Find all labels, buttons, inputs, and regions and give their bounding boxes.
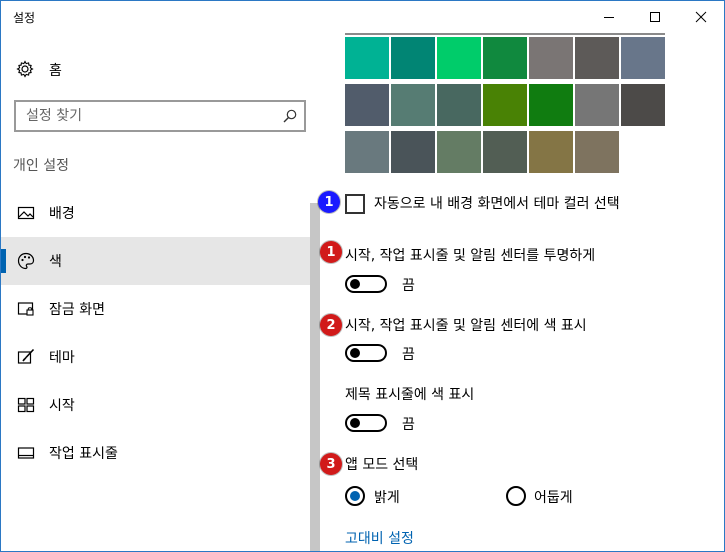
close-button[interactable] bbox=[678, 1, 724, 33]
color-swatch[interactable] bbox=[437, 37, 481, 79]
sidebar-item-label: 테마 bbox=[49, 350, 75, 366]
toggle-knob bbox=[350, 279, 360, 289]
search-icon[interactable] bbox=[282, 108, 298, 128]
color-swatch[interactable] bbox=[391, 84, 435, 126]
radio-dot bbox=[350, 491, 360, 501]
show-color-title-toggle[interactable] bbox=[345, 414, 387, 432]
color-swatch[interactable] bbox=[575, 37, 619, 79]
sidebar-item-label: 작업 표시줄 bbox=[49, 446, 118, 462]
minimize-icon bbox=[604, 17, 614, 18]
app-mode-dark-label: 어둡게 bbox=[534, 490, 573, 506]
color-swatch[interactable] bbox=[391, 37, 435, 79]
gear-icon bbox=[15, 59, 35, 79]
scrollbar[interactable] bbox=[310, 33, 322, 551]
palette-icon bbox=[17, 252, 35, 270]
sidebar: 홈 개인 설정 배경 색 잠금 화면 bbox=[1, 33, 310, 551]
color-swatch[interactable] bbox=[483, 37, 527, 79]
color-swatch[interactable] bbox=[575, 84, 619, 126]
color-swatch[interactable] bbox=[529, 131, 573, 173]
color-swatch[interactable] bbox=[575, 131, 619, 173]
home-nav-item[interactable]: 홈 bbox=[1, 53, 310, 85]
toggle-state-label: 끔 bbox=[402, 347, 415, 363]
color-swatch[interactable] bbox=[529, 84, 573, 126]
color-swatch[interactable] bbox=[483, 84, 527, 126]
color-swatch[interactable] bbox=[437, 84, 481, 126]
annotation-marker: 1 bbox=[320, 241, 342, 263]
sidebar-item-start[interactable]: 시작 bbox=[1, 381, 310, 429]
title-bar: 설정 bbox=[1, 1, 724, 33]
color-swatch[interactable] bbox=[345, 131, 389, 173]
color-swatch[interactable] bbox=[345, 37, 389, 79]
sidebar-item-background[interactable]: 배경 bbox=[1, 189, 310, 237]
sidebar-item-taskbar[interactable]: 작업 표시줄 bbox=[1, 429, 310, 477]
start-grid-icon bbox=[17, 396, 35, 414]
annotation-marker: 3 bbox=[320, 453, 342, 475]
annotation-marker: 1 bbox=[318, 191, 340, 213]
toggle-knob bbox=[350, 348, 360, 358]
color-swatch[interactable] bbox=[437, 131, 481, 173]
show-color-start-toggle[interactable] bbox=[345, 344, 387, 362]
sidebar-item-lock-screen[interactable]: 잠금 화면 bbox=[1, 285, 310, 333]
sidebar-item-label: 색 bbox=[49, 254, 62, 270]
transparency-toggle[interactable] bbox=[345, 275, 387, 293]
annotation-marker: 2 bbox=[320, 314, 342, 336]
close-icon bbox=[695, 11, 707, 23]
show-color-title-label: 제목 표시줄에 색 표시 bbox=[345, 387, 475, 403]
auto-color-checkbox[interactable] bbox=[345, 194, 365, 214]
maximize-button[interactable] bbox=[632, 1, 678, 33]
search-input[interactable] bbox=[16, 102, 276, 130]
app-mode-light-label: 밝게 bbox=[374, 490, 400, 506]
sidebar-item-label: 시작 bbox=[49, 398, 75, 414]
sidebar-item-label: 배경 bbox=[49, 206, 75, 222]
section-title: 개인 설정 bbox=[13, 158, 69, 174]
theme-brush-icon bbox=[17, 348, 35, 366]
sidebar-item-color[interactable]: 색 bbox=[1, 237, 310, 285]
search-box[interactable] bbox=[14, 100, 306, 132]
color-swatch[interactable] bbox=[483, 131, 527, 173]
toggle-knob bbox=[350, 418, 360, 428]
content-pane: 1 자동으로 내 배경 화면에서 테마 컬러 선택 1 시작, 작업 표시줄 및… bbox=[318, 33, 724, 551]
picture-icon bbox=[17, 204, 35, 222]
toggle-state-label: 끔 bbox=[402, 278, 415, 294]
app-mode-dark-radio[interactable] bbox=[506, 486, 526, 506]
app-mode-label: 앱 모드 선택 bbox=[345, 457, 419, 473]
home-label: 홈 bbox=[49, 63, 62, 79]
toggle-state-label: 끔 bbox=[402, 417, 415, 433]
show-color-start-label: 시작, 작업 표시줄 및 알림 센터에 색 표시 bbox=[345, 318, 587, 334]
sidebar-item-theme[interactable]: 테마 bbox=[1, 333, 310, 381]
maximize-icon bbox=[650, 12, 660, 22]
high-contrast-link[interactable]: 고대비 설정 bbox=[345, 528, 414, 548]
window-title: 설정 bbox=[13, 11, 36, 25]
color-swatch[interactable] bbox=[345, 84, 389, 126]
color-swatch[interactable] bbox=[621, 84, 665, 126]
swatch-top-border bbox=[345, 33, 665, 35]
auto-color-label: 자동으로 내 배경 화면에서 테마 컬러 선택 bbox=[374, 196, 620, 212]
scrollbar-thumb[interactable] bbox=[310, 203, 320, 551]
minimize-button[interactable] bbox=[586, 1, 632, 33]
settings-window: 설정 홈 개인 설정 bbox=[0, 0, 725, 552]
transparency-label: 시작, 작업 표시줄 및 알림 센터를 투명하게 bbox=[345, 248, 596, 264]
active-indicator bbox=[1, 249, 6, 273]
app-mode-light-radio[interactable] bbox=[345, 486, 365, 506]
taskbar-icon bbox=[17, 444, 35, 462]
color-swatch[interactable] bbox=[621, 37, 665, 79]
color-swatch[interactable] bbox=[391, 131, 435, 173]
sidebar-item-label: 잠금 화면 bbox=[49, 302, 105, 318]
color-swatch[interactable] bbox=[529, 37, 573, 79]
lock-screen-icon bbox=[17, 300, 35, 318]
